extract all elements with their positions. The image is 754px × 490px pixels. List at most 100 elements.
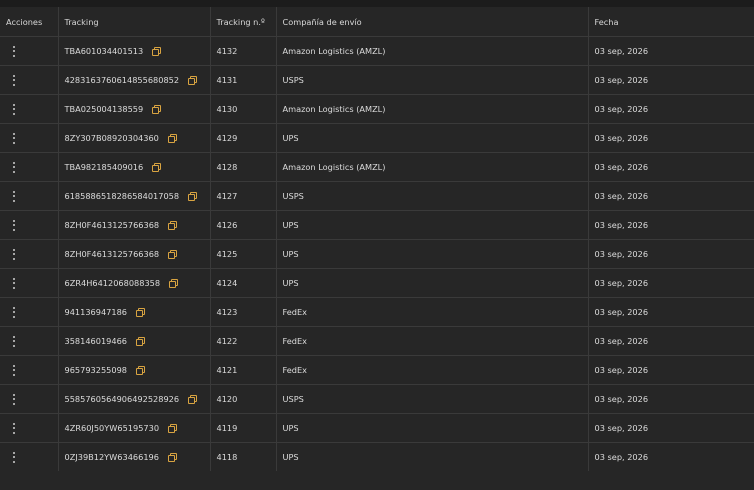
table-row[interactable]: 0ZJ39B12YW63466196 4118 UPS 03 sep, 2026 [0,442,754,471]
copy-icon[interactable] [188,395,198,404]
table-row[interactable]: 965793255098 4121 FedEx 03 sep, 2026 [0,355,754,385]
kebab-menu-icon[interactable] [13,306,16,318]
tracking-cell: 8ZH0F4613125766368 [57,239,210,269]
row-actions-cell [0,384,58,414]
tracking-code: 6ZR4H6412068088358 [64,278,161,288]
kebab-menu-icon[interactable] [13,393,16,405]
row-actions-cell [0,123,58,153]
carrier-cell: UPS [275,123,588,153]
kebab-menu-icon[interactable] [13,190,16,202]
tracking-number-cell: 4123 [209,297,276,327]
table-row[interactable]: 4283163760614855680852 4131 USPS 03 sep, 20… [0,65,754,95]
copy-icon[interactable] [136,337,146,346]
date-cell: 03 sep, 2026 [587,239,754,269]
table-row[interactable]: 358146019466 4122 FedEx 03 sep, 2026 [0,326,754,356]
copy-icon[interactable] [188,192,198,201]
tracking-code: 8ZH0F4613125766368 [64,220,160,230]
carrier-cell: FedEx [275,355,588,385]
carrier-cell: UPS [275,442,588,471]
table-row[interactable]: 4ZR60J50YW65195730 4119 UPS 03 sep, 2026 [0,413,754,443]
copy-icon[interactable] [168,424,178,433]
table-row[interactable]: 5585760564906492528926 4120 USPS 03 sep, 20… [0,384,754,414]
date-cell: 03 sep, 2026 [587,326,754,356]
tracking-number-cell: 4119 [209,413,276,443]
table-row[interactable]: TBA601034401513 4132 Amazon Logistics (AMZ… [0,36,754,66]
column-header-tracking[interactable]: Tracking [57,7,210,37]
kebab-menu-icon[interactable] [13,103,16,115]
date-cell: 03 sep, 2026 [587,413,754,443]
kebab-menu-icon[interactable] [13,451,16,463]
tracking-code: TBA601034401513 [64,46,144,56]
kebab-menu-icon[interactable] [13,45,16,57]
tracking-code: 6185886518286584017058 [64,191,180,201]
kebab-menu-icon[interactable] [13,74,16,86]
copy-icon[interactable] [136,366,146,375]
tracking-number-cell: 4128 [209,152,276,182]
tracking-number-cell: 4129 [209,123,276,153]
table-row[interactable]: 941136947186 4123 FedEx 03 sep, 2026 [0,297,754,327]
table-row[interactable]: 8ZY307B08920304360 4129 UPS 03 sep, 2026 [0,123,754,153]
tracking-cell: TBA982185409016 [57,152,210,182]
copy-icon[interactable] [168,250,178,259]
shipments-table: Acciones Tracking Tracking n.º Compañía … [0,7,754,471]
row-actions-cell [0,442,58,471]
table-header-row: Acciones Tracking Tracking n.º Compañía … [0,7,754,37]
table-row[interactable]: 8ZH0F4613125766368 4125 UPS 03 sep, 2026 [0,239,754,269]
tracking-cell: TBA601034401513 [57,36,210,66]
kebab-menu-icon[interactable] [13,364,16,376]
tracking-number-cell: 4126 [209,210,276,240]
table-row[interactable]: 6ZR4H6412068088358 4124 UPS 03 sep, 2026 [0,268,754,298]
kebab-menu-icon[interactable] [13,422,16,434]
tracking-cell: 6185886518286584017058 [57,181,210,211]
row-actions-cell [0,65,58,95]
shipments-panel: Acciones Tracking Tracking n.º Compañía … [0,7,754,490]
date-cell: 03 sep, 2026 [587,442,754,471]
copy-icon[interactable] [152,105,162,114]
copy-icon[interactable] [168,221,178,230]
kebab-menu-icon[interactable] [13,132,16,144]
tracking-cell: TBA025004138559 [57,94,210,124]
carrier-cell: UPS [275,413,588,443]
row-actions-cell [0,268,58,298]
date-cell: 03 sep, 2026 [587,384,754,414]
carrier-cell: Amazon Logistics (AMZL) [275,94,588,124]
copy-icon[interactable] [152,47,162,56]
date-cell: 03 sep, 2026 [587,123,754,153]
row-actions-cell [0,326,58,356]
row-actions-cell [0,210,58,240]
carrier-cell: USPS [275,384,588,414]
tracking-code: 4283163760614855680852 [64,75,180,85]
copy-icon[interactable] [136,308,146,317]
table-row[interactable]: 8ZH0F4613125766368 4126 UPS 03 sep, 2026 [0,210,754,240]
carrier-cell: USPS [275,65,588,95]
copy-icon[interactable] [167,453,177,462]
column-header-carrier[interactable]: Compañía de envío [275,7,588,37]
carrier-cell: USPS [275,181,588,211]
tracking-cell: 5585760564906492528926 [57,384,210,414]
table-row[interactable]: 6185886518286584017058 4127 USPS 03 sep, 20… [0,181,754,211]
carrier-cell: Amazon Logistics (AMZL) [275,36,588,66]
date-cell: 03 sep, 2026 [587,36,754,66]
kebab-menu-icon[interactable] [13,248,16,260]
column-header-tracking-number[interactable]: Tracking n.º [209,7,276,37]
kebab-menu-icon[interactable] [13,161,16,173]
tracking-cell: 358146019466 [57,326,210,356]
tracking-code: 8ZY307B08920304360 [64,133,159,143]
copy-icon[interactable] [167,134,177,143]
kebab-menu-icon[interactable] [13,277,16,289]
tracking-number-cell: 4122 [209,326,276,356]
date-cell: 03 sep, 2026 [587,65,754,95]
copy-icon[interactable] [188,76,198,85]
row-actions-cell [0,413,58,443]
copy-icon[interactable] [169,279,179,288]
tracking-cell: 4ZR60J50YW65195730 [57,413,210,443]
table-row[interactable]: TBA025004138559 4130 Amazon Logistics (AMZ… [0,94,754,124]
tracking-cell: 8ZY307B08920304360 [57,123,210,153]
column-header-date[interactable]: Fecha [587,7,754,37]
kebab-menu-icon[interactable] [13,219,16,231]
table-row[interactable]: TBA982185409016 4128 Amazon Logistics (AMZ… [0,152,754,182]
tracking-number-cell: 4125 [209,239,276,269]
kebab-menu-icon[interactable] [13,335,16,347]
date-cell: 03 sep, 2026 [587,268,754,298]
copy-icon[interactable] [152,163,162,172]
